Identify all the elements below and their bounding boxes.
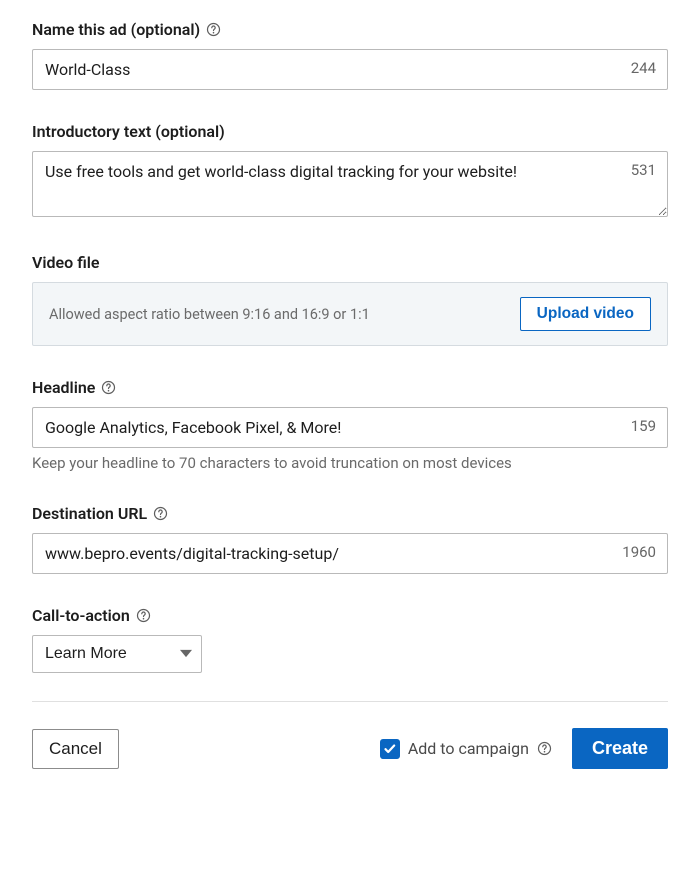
- intro-text-field: Introductory text (optional) 531: [32, 122, 668, 221]
- upload-video-button[interactable]: Upload video: [520, 297, 651, 331]
- footer-right: Add to campaign Create: [380, 728, 668, 769]
- headline-helper: Keep your headline to 70 characters to a…: [32, 454, 668, 472]
- headline-counter: 159: [631, 417, 656, 435]
- ad-name-input-wrap: 244: [32, 49, 668, 90]
- headline-input-wrap: 159: [32, 407, 668, 448]
- add-to-campaign-label: Add to campaign: [408, 739, 529, 758]
- help-icon[interactable]: [101, 380, 116, 395]
- help-icon[interactable]: [206, 22, 221, 37]
- cta-select[interactable]: Learn More: [32, 635, 202, 673]
- create-button[interactable]: Create: [572, 728, 668, 769]
- destination-url-label: Destination URL: [32, 504, 147, 523]
- ad-name-counter: 244: [631, 59, 656, 77]
- video-upload-box: Allowed aspect ratio between 9:16 and 16…: [32, 282, 668, 346]
- help-icon[interactable]: [537, 741, 552, 756]
- divider: [32, 701, 668, 702]
- headline-label-row: Headline: [32, 378, 668, 397]
- video-file-label-row: Video file: [32, 253, 668, 272]
- checkbox-checked-icon: [380, 739, 400, 759]
- destination-url-field: Destination URL 1960: [32, 504, 668, 574]
- video-file-field: Video file Allowed aspect ratio between …: [32, 253, 668, 346]
- intro-text-input-wrap: 531: [32, 151, 668, 221]
- cancel-button[interactable]: Cancel: [32, 729, 119, 769]
- intro-text-counter: 531: [631, 161, 656, 179]
- destination-url-counter: 1960: [622, 543, 656, 561]
- add-to-campaign-checkbox[interactable]: Add to campaign: [380, 739, 552, 759]
- intro-text-label-row: Introductory text (optional): [32, 122, 668, 141]
- destination-url-label-row: Destination URL: [32, 504, 668, 523]
- cta-label: Call-to-action: [32, 606, 130, 625]
- cta-label-row: Call-to-action: [32, 606, 668, 625]
- intro-text-textarea[interactable]: [32, 151, 668, 217]
- ad-name-label: Name this ad (optional): [32, 20, 200, 39]
- headline-input[interactable]: [32, 407, 668, 448]
- cta-field: Call-to-action Learn More: [32, 606, 668, 673]
- help-icon[interactable]: [153, 506, 168, 521]
- footer: Cancel Add to campaign Create: [32, 728, 668, 769]
- cta-select-wrap: Learn More: [32, 635, 202, 673]
- headline-label: Headline: [32, 378, 95, 397]
- intro-text-label: Introductory text (optional): [32, 122, 225, 141]
- ad-name-label-row: Name this ad (optional): [32, 20, 668, 39]
- video-file-label: Video file: [32, 253, 100, 272]
- video-hint: Allowed aspect ratio between 9:16 and 16…: [49, 306, 370, 323]
- destination-url-input[interactable]: [32, 533, 668, 574]
- help-icon[interactable]: [136, 608, 151, 623]
- ad-name-field: Name this ad (optional) 244: [32, 20, 668, 90]
- headline-field: Headline 159 Keep your headline to 70 ch…: [32, 378, 668, 472]
- destination-url-input-wrap: 1960: [32, 533, 668, 574]
- ad-name-input[interactable]: [32, 49, 668, 90]
